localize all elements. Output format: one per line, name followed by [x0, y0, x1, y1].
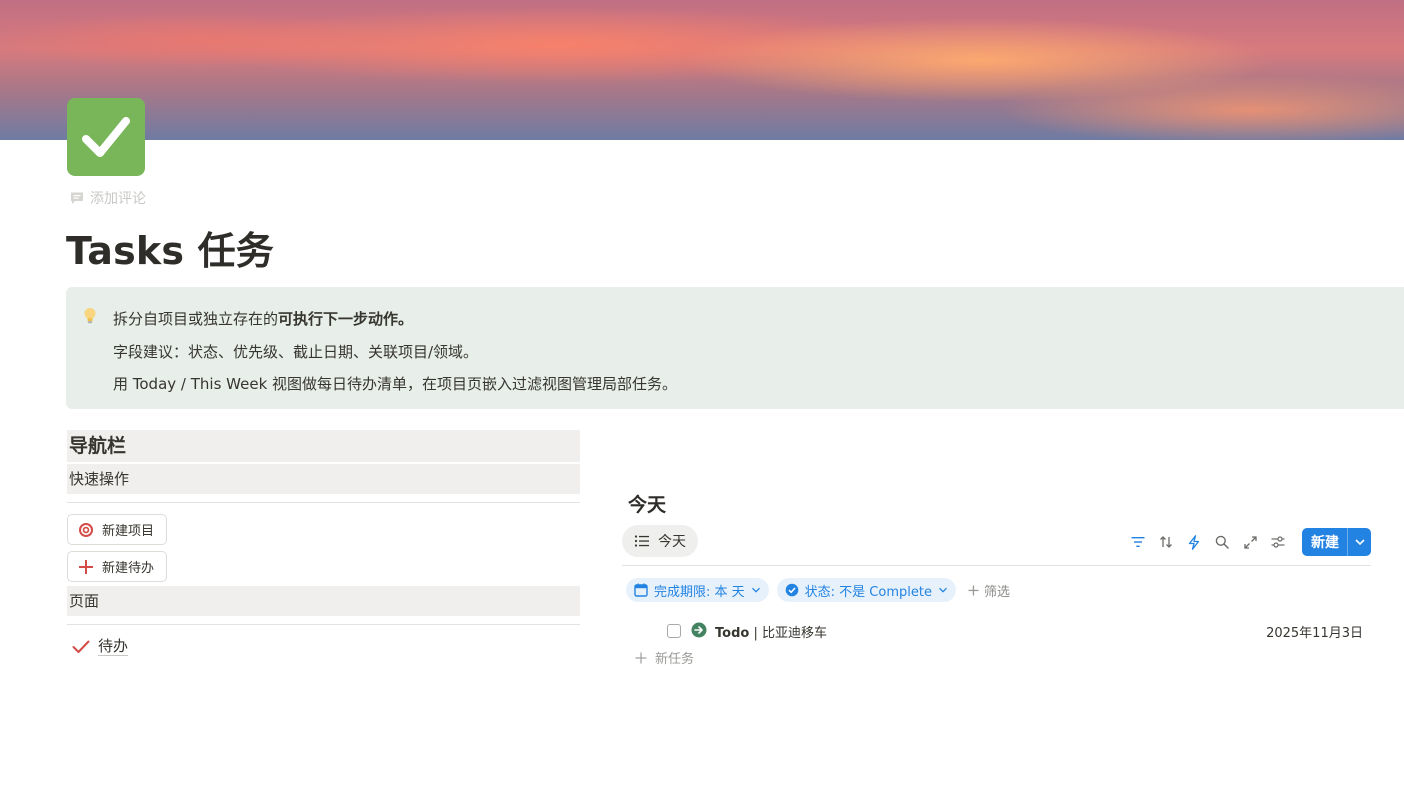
todo-page-link[interactable]: 待办 — [67, 637, 580, 656]
callout-block[interactable]: 拆分自项目或独立存在的可执行下一步动作。 字段建议：状态、优先级、截止日期、关联… — [66, 287, 1404, 409]
callout-line-3: 用 Today / This Week 视图做每日待办清单，在项目页嵌入过滤视图… — [113, 375, 678, 393]
status-icon — [785, 583, 798, 597]
todo-page-label: 待办 — [98, 637, 129, 656]
callout-line-1-bold: 可执行下一步动作。 — [278, 310, 414, 328]
table-row[interactable]: Todo | 比亚迪移车 2025年11月3日 — [622, 616, 1371, 646]
calendar-icon — [634, 583, 648, 597]
filter-chip-status[interactable]: 状态: 不是 Complete — [776, 578, 956, 602]
callout-line-1: 拆分自项目或独立存在的可执行下一步动作。 — [113, 308, 413, 329]
page-title[interactable]: Tasks 任务 — [66, 220, 274, 275]
filter-chip-due-date-label: 完成期限: 本 天 — [654, 584, 745, 600]
quick-actions-heading: 快速操作 — [67, 464, 580, 494]
lightbulb-icon — [84, 308, 96, 324]
automation-icon[interactable] — [1184, 532, 1204, 552]
task-checkbox[interactable] — [667, 624, 681, 638]
new-task-button[interactable]: 新任务 — [622, 648, 1371, 667]
callout-line-2: 字段建议：状态、优先级、截止日期、关联项目/领域。 — [113, 343, 479, 361]
comment-icon — [71, 192, 83, 204]
callout-line-1-text: 拆分自项目或独立存在的 — [113, 310, 279, 328]
new-record-label[interactable]: 新建 — [1302, 528, 1347, 556]
chevron-down-icon — [938, 587, 947, 593]
view-tab-today[interactable]: 今天 — [622, 525, 698, 557]
pages-heading: 页面 — [67, 586, 580, 616]
nav-heading: 导航栏 — [67, 430, 580, 462]
add-filter-label: 筛选 — [983, 584, 1010, 600]
sort-icon[interactable] — [1156, 532, 1176, 552]
filter-icon[interactable] — [1128, 532, 1148, 552]
search-icon[interactable] — [1212, 532, 1232, 552]
add-comment-button[interactable]: 添加评论 — [70, 188, 146, 208]
database-view: 今天 今天 新建 完成期限: 本 天 状态: 不是 Complete 筛选 To… — [622, 490, 1371, 667]
check-icon — [72, 640, 90, 653]
task-title: 比亚迪移车 — [761, 626, 827, 641]
database-title[interactable]: 今天 — [622, 490, 1371, 520]
filter-chip-status-label: 状态: 不是 Complete — [804, 584, 932, 600]
task-separator: | — [749, 626, 762, 641]
check-mark-icon[interactable] — [67, 98, 145, 176]
toolbar-divider — [622, 565, 1371, 566]
new-project-label: 新建项目 — [102, 524, 155, 539]
task-type: Todo — [715, 626, 750, 641]
settings-icon[interactable] — [1268, 532, 1288, 552]
filter-bar: 完成期限: 本 天 状态: 不是 Complete 筛选 — [622, 578, 1371, 602]
expand-icon[interactable] — [1240, 532, 1260, 552]
arrow-right-circle-icon — [691, 622, 707, 638]
new-project-button[interactable]: 新建项目 — [67, 514, 168, 545]
filter-chip-due-date[interactable]: 完成期限: 本 天 — [626, 578, 769, 602]
add-filter-button[interactable]: 筛选 — [964, 581, 1010, 600]
divider — [67, 624, 580, 625]
plus-icon — [635, 652, 647, 663]
plus-icon — [79, 559, 93, 574]
new-todo-label: 新建待办 — [102, 561, 155, 576]
toolbar-actions: 新建 — [1128, 528, 1371, 556]
add-comment-label: 添加评论 — [90, 191, 146, 207]
list-icon — [634, 535, 649, 547]
new-task-label: 新任务 — [655, 652, 695, 667]
new-todo-button[interactable]: 新建待办 — [67, 551, 168, 582]
plus-icon — [968, 585, 979, 595]
chevron-down-icon — [751, 587, 760, 593]
new-record-button[interactable]: 新建 — [1302, 528, 1371, 556]
view-tab-label: 今天 — [658, 534, 686, 550]
chevron-down-icon[interactable] — [1347, 528, 1371, 556]
cover-image[interactable] — [0, 0, 1404, 140]
database-toolbar: 今天 新建 — [622, 525, 1371, 561]
task-due-date: 2025年11月3日 — [1266, 626, 1363, 641]
target-icon — [79, 522, 93, 537]
task-name[interactable]: Todo | 比亚迪移车 — [715, 622, 827, 641]
navigation-panel: 导航栏 快速操作 新建项目 新建待办 页面 待办 — [67, 430, 580, 656]
